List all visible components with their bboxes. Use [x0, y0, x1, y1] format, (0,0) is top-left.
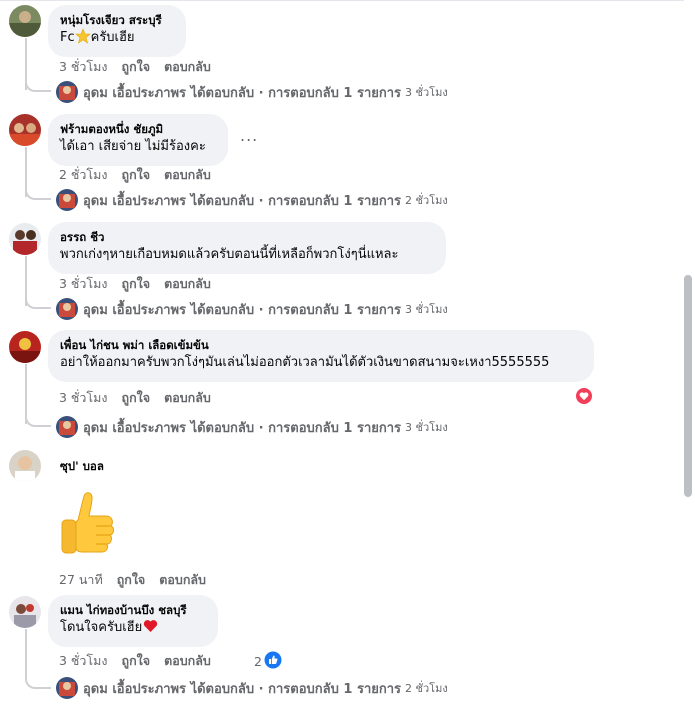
- view-replies[interactable]: อุดม เอื้อประภาพร ได้ตอบกลับ · การตอบกลั…: [56, 415, 448, 439]
- comment-bubble: อรรถ ชีว พวกเก่งๆหายเกือบหมดแล้วครับตอนน…: [48, 222, 446, 274]
- like-button[interactable]: ถูกใจ: [122, 388, 151, 408]
- reply-time: 3 ชั่วโมง: [405, 86, 448, 99]
- reply-button[interactable]: ตอบกลับ: [164, 388, 211, 408]
- love-reaction-icon[interactable]: [574, 386, 594, 406]
- heart-emoji-icon: [143, 619, 158, 639]
- comment-actions: 27 นาที ถูกใจ ตอบกลับ: [59, 571, 220, 589]
- comment-actions: 2 ชั่วโมง ถูกใจ ตอบกลับ: [59, 166, 225, 184]
- reply-button[interactable]: ตอบกลับ: [164, 57, 211, 77]
- comment-actions: 3 ชั่วโมง ถูกใจ ตอบกลับ: [59, 389, 225, 407]
- comment-text-prefix: Fc: [60, 30, 75, 45]
- comment-text: ได้เอา เสียจ่าย ไม่มีร้องคะ: [60, 139, 206, 154]
- reply-avatar: [56, 677, 78, 699]
- reply-summary: อุดม เอื้อประภาพร ได้ตอบกลับ · การตอบกลั…: [83, 681, 402, 697]
- avatar[interactable]: [9, 331, 41, 363]
- avatar[interactable]: [9, 5, 41, 37]
- view-replies[interactable]: อุดม เอื้อประภาพร ได้ตอบกลับ · การตอบกลั…: [56, 80, 448, 104]
- comment-text: โดนใจครับเฮีย: [60, 618, 206, 639]
- reply-button[interactable]: ตอบกลับ: [159, 570, 206, 590]
- thread-curve: [25, 78, 51, 92]
- avatar[interactable]: [9, 450, 41, 482]
- like-reaction-icon: [264, 651, 282, 672]
- avatar[interactable]: [9, 114, 41, 146]
- comment-author[interactable]: แมน ไก่ทองบ้านบึง ชลบุรี: [60, 602, 206, 618]
- comment-time[interactable]: 27 นาที: [59, 570, 103, 590]
- reply-time: 2 ชั่วโมง: [405, 682, 448, 695]
- thumbs-up-sticker-icon[interactable]: [56, 490, 118, 560]
- comment-time[interactable]: 3 ชั่วโมง: [59, 388, 108, 408]
- comment-bubble: หนุ่มโรงเจียว สระบุรี Fc ครับเฮีย: [48, 5, 186, 57]
- reply-summary: อุดม เอื้อประภาพร ได้ตอบกลับ · การตอบกลั…: [83, 302, 402, 318]
- comment-text: พวกเก่งๆหายเกือบหมดแล้วครับตอนนี้ที่เหลื…: [60, 247, 399, 262]
- more-options-button[interactable]: ...: [240, 126, 258, 145]
- avatar[interactable]: [9, 223, 41, 255]
- view-replies[interactable]: อุดม เอื้อประภาพร ได้ตอบกลับ · การตอบกลั…: [56, 188, 448, 212]
- comment-bubble: แมน ไก่ทองบ้านบึง ชลบุรี โดนใจครับเฮีย: [48, 595, 218, 647]
- like-button[interactable]: ถูกใจ: [122, 651, 151, 671]
- comment-text: อย่าให้ออกมาครับพวกโง่ๆมันเล่นไม่ออกตัวเ…: [60, 355, 550, 370]
- like-button[interactable]: ถูกใจ: [122, 57, 151, 77]
- top-divider: [0, 0, 695, 1]
- scrollbar-thumb[interactable]: [684, 275, 692, 497]
- comment-time[interactable]: 3 ชั่วโมง: [59, 274, 108, 294]
- reply-summary: อุดม เอื้อประภาพร ได้ตอบกลับ · การตอบกลั…: [83, 193, 402, 209]
- reply-avatar: [56, 189, 78, 211]
- like-button[interactable]: ถูกใจ: [122, 274, 151, 294]
- thread-curve: [25, 295, 51, 309]
- comment-time[interactable]: 2 ชั่วโมง: [59, 165, 108, 185]
- comment-time[interactable]: 3 ชั่วโมง: [59, 57, 108, 77]
- comment-actions: 3 ชั่วโมง ถูกใจ ตอบกลับ: [59, 58, 225, 76]
- reply-time: 2 ชั่วโมง: [405, 194, 448, 207]
- comment-author[interactable]: หนุ่มโรงเจียว สระบุรี: [60, 12, 174, 28]
- view-replies[interactable]: อุดม เอื้อประภาพร ได้ตอบกลับ · การตอบกลั…: [56, 297, 448, 321]
- reply-avatar: [56, 298, 78, 320]
- view-replies[interactable]: อุดม เอื้อประภาพร ได้ตอบกลับ · การตอบกลั…: [56, 676, 448, 700]
- reply-button[interactable]: ตอบกลับ: [164, 165, 211, 185]
- reaction-count[interactable]: 2: [254, 651, 282, 671]
- comment-text-body: โดนใจครับเฮีย: [60, 620, 143, 635]
- reply-avatar: [56, 416, 78, 438]
- reply-summary: อุดม เอื้อประภาพร ได้ตอบกลับ · การตอบกลั…: [83, 420, 402, 436]
- comment-text: Fc ครับเฮีย: [60, 28, 174, 50]
- thread-line: [25, 629, 27, 677]
- thread-curve: [25, 186, 51, 200]
- comment-actions: 3 ชั่วโมง ถูกใจ ตอบกลับ: [59, 275, 225, 293]
- comment-text-suffix: ครับเฮีย: [90, 30, 135, 45]
- reply-time: 3 ชั่วโมง: [405, 303, 448, 316]
- comment-header: ซุป' บอล: [48, 458, 116, 474]
- comment-time[interactable]: 3 ชั่วโมง: [59, 651, 108, 671]
- thread-curve: [25, 413, 51, 427]
- thread-curve: [25, 675, 51, 689]
- reply-button[interactable]: ตอบกลับ: [164, 651, 211, 671]
- comment-author[interactable]: อรรถ ชีว: [60, 229, 434, 245]
- reply-avatar: [56, 81, 78, 103]
- like-button[interactable]: ถูกใจ: [122, 165, 151, 185]
- comment-bubble: ฟร้ามตองหนึ่ง ชัยภูมิ ได้เอา เสียจ่าย ไม…: [48, 114, 228, 166]
- avatar[interactable]: [9, 596, 41, 628]
- like-button[interactable]: ถูกใจ: [117, 570, 146, 590]
- comment-actions: 3 ชั่วโมง ถูกใจ ตอบกลับ: [59, 652, 225, 670]
- reply-summary: อุดม เอื้อประภาพร ได้ตอบกลับ · การตอบกลั…: [83, 85, 402, 101]
- comment-author[interactable]: ซุป' บอล: [60, 458, 104, 474]
- comment-bubble: เพื่อน ไก่ชน พม่า เลือดเข้มข้น อย่าให้ออ…: [48, 330, 594, 382]
- comment-author[interactable]: เพื่อน ไก่ชน พม่า เลือดเข้มข้น: [60, 337, 582, 353]
- like-count-number: 2: [254, 653, 262, 669]
- reply-time: 3 ชั่วโมง: [405, 421, 448, 434]
- star-emoji-icon: [74, 28, 91, 50]
- comment-author[interactable]: ฟร้ามตองหนึ่ง ชัยภูมิ: [60, 121, 216, 137]
- reply-button[interactable]: ตอบกลับ: [164, 274, 211, 294]
